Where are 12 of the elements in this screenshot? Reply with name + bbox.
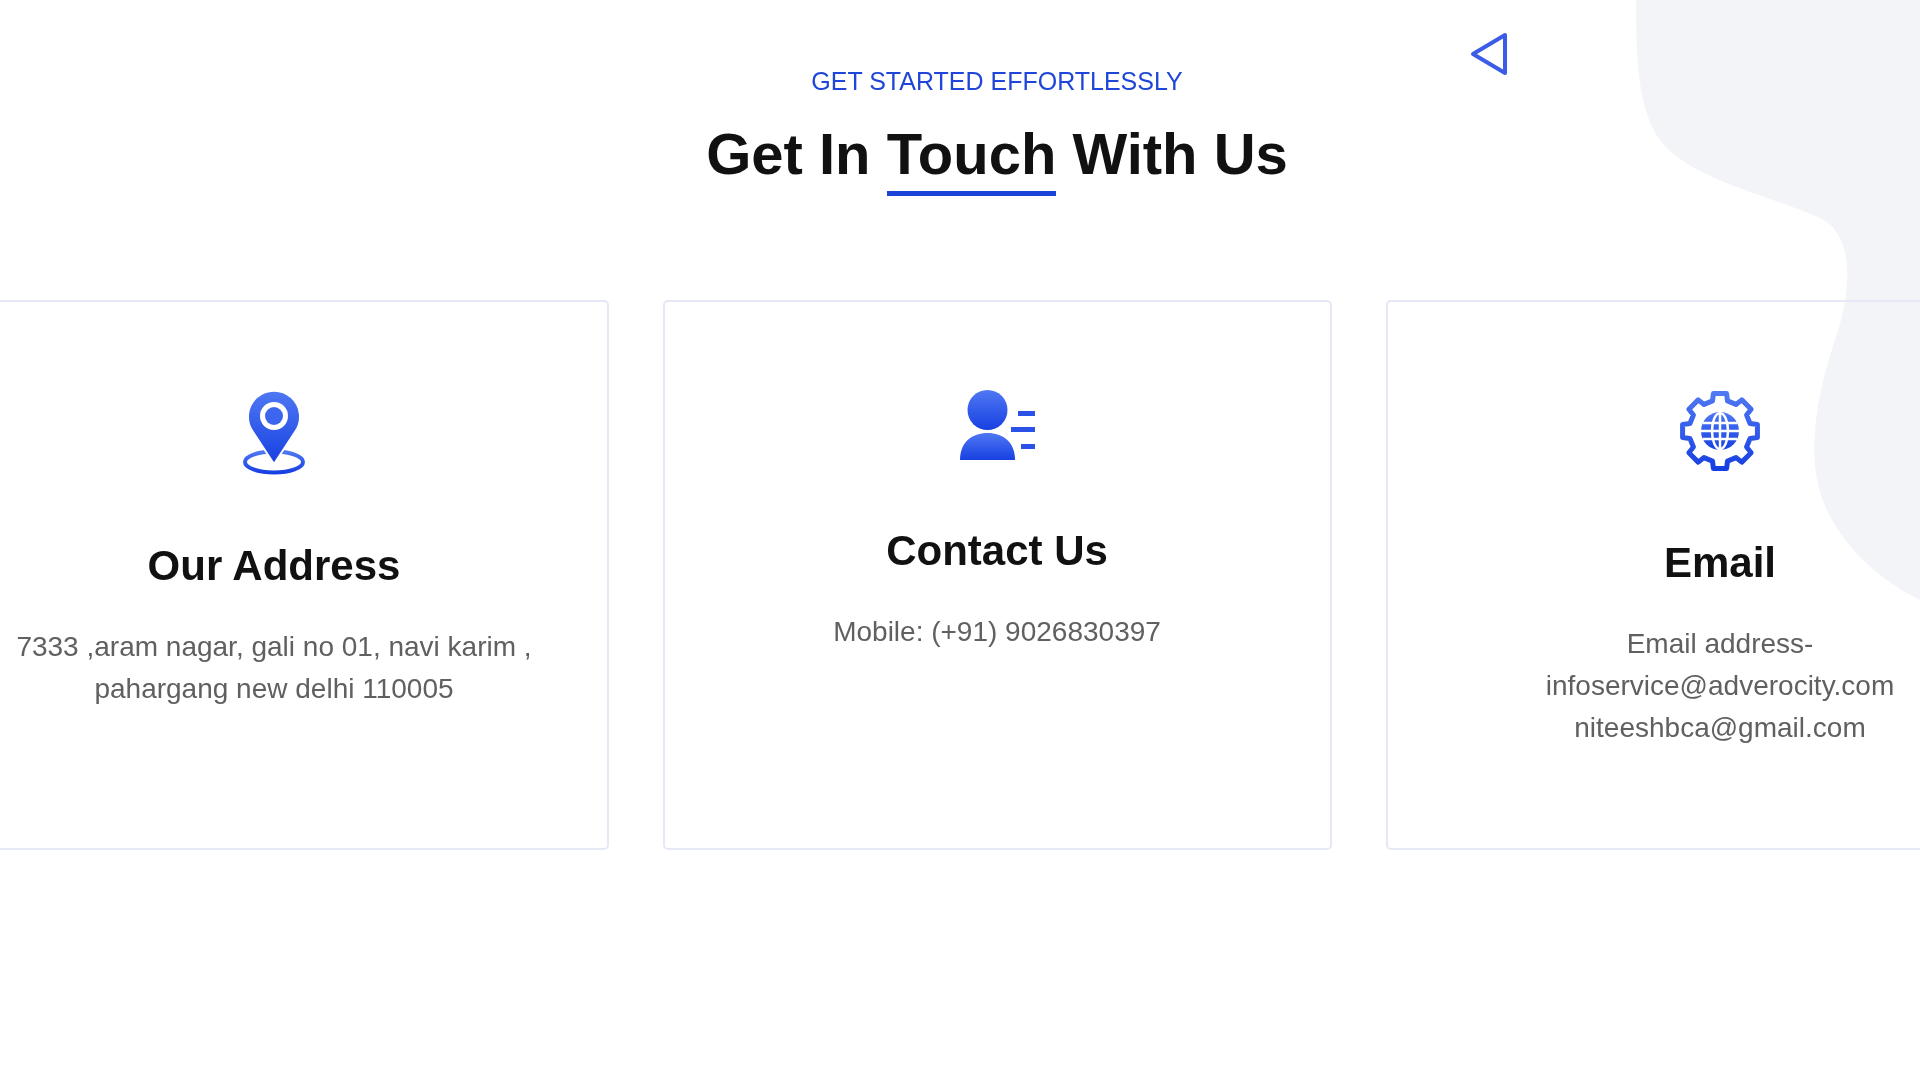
section-title: Get In Touch With Us bbox=[706, 119, 1288, 197]
card-title: Email bbox=[1663, 539, 1777, 586]
triangle-icon bbox=[1470, 32, 1508, 76]
card-text: Mobile: (+91) 9026830397 bbox=[833, 616, 1161, 647]
card-title: Our Address bbox=[147, 542, 401, 589]
gear-globe-icon bbox=[1679, 390, 1761, 472]
card-title: Contact Us bbox=[886, 527, 1108, 574]
section-eyebrow: GET STARTED EFFORTLESSLY bbox=[811, 66, 1183, 96]
card-text: Email address- infoservice@adverocity.com niteeshbca@gmail.com bbox=[1545, 628, 1895, 743]
map-pin-icon bbox=[242, 390, 306, 475]
person-list-icon bbox=[959, 390, 1035, 460]
card-text: 7333 ,aram nagar, gali no 01, navi karim , pahargang new delhi 110005 bbox=[16, 631, 532, 704]
